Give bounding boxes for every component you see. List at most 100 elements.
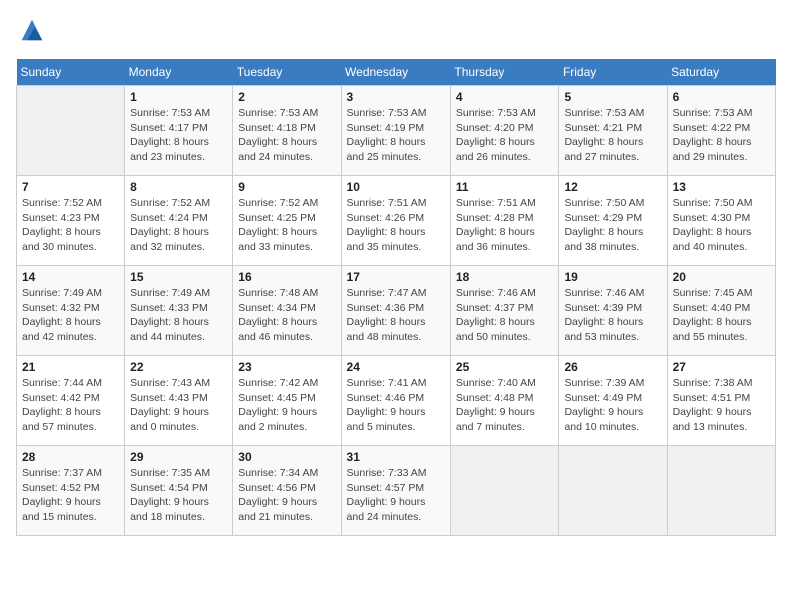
- calendar-week-row: 7 Sunrise: 7:52 AM Sunset: 4:23 PM Daylig…: [17, 176, 776, 266]
- day-number: 19: [564, 270, 661, 284]
- day-info: Sunrise: 7:39 AM Sunset: 4:49 PM Dayligh…: [564, 376, 661, 435]
- day-number: 7: [22, 180, 119, 194]
- calendar-cell: 8 Sunrise: 7:52 AM Sunset: 4:24 PM Daylig…: [125, 176, 233, 266]
- day-info: Sunrise: 7:51 AM Sunset: 4:26 PM Dayligh…: [347, 196, 445, 255]
- day-of-week-header: Sunday: [17, 59, 125, 86]
- calendar-table: SundayMondayTuesdayWednesdayThursdayFrid…: [16, 59, 776, 536]
- calendar-cell: 20Sunrise: 7:45 AM Sunset: 4:40 PM Dayli…: [667, 266, 775, 356]
- calendar-cell: 16Sunrise: 7:48 AM Sunset: 4:34 PM Dayli…: [233, 266, 341, 356]
- calendar-cell: 3 Sunrise: 7:53 AM Sunset: 4:19 PM Daylig…: [341, 86, 450, 176]
- day-info: Sunrise: 7:34 AM Sunset: 4:56 PM Dayligh…: [238, 466, 335, 525]
- day-number: 24: [347, 360, 445, 374]
- day-number: 4: [456, 90, 554, 104]
- day-info: Sunrise: 7:37 AM Sunset: 4:52 PM Dayligh…: [22, 466, 119, 525]
- day-of-week-header: Friday: [559, 59, 667, 86]
- day-number: 8: [130, 180, 227, 194]
- day-info: Sunrise: 7:53 AM Sunset: 4:17 PM Dayligh…: [130, 106, 227, 165]
- logo-icon: [18, 16, 46, 44]
- calendar-cell: 31Sunrise: 7:33 AM Sunset: 4:57 PM Dayli…: [341, 446, 450, 536]
- calendar-cell: 26 Sunrise: 7:39 AM Sunset: 4:49 PM Dayli…: [559, 356, 667, 446]
- day-number: 23: [238, 360, 335, 374]
- day-info: Sunrise: 7:49 AM Sunset: 4:33 PM Dayligh…: [130, 286, 227, 345]
- day-info: Sunrise: 7:52 AM Sunset: 4:25 PM Dayligh…: [238, 196, 335, 255]
- calendar-cell: [450, 446, 559, 536]
- calendar-cell: 15 Sunrise: 7:49 AM Sunset: 4:33 PM Dayli…: [125, 266, 233, 356]
- day-of-week-header: Saturday: [667, 59, 775, 86]
- calendar-cell: 12 Sunrise: 7:50 AM Sunset: 4:29 PM Dayli…: [559, 176, 667, 266]
- day-number: 18: [456, 270, 554, 284]
- day-of-week-header: Tuesday: [233, 59, 341, 86]
- day-number: 15: [130, 270, 227, 284]
- calendar-cell: 2 Sunrise: 7:53 AM Sunset: 4:18 PM Daylig…: [233, 86, 341, 176]
- calendar-cell: 4 Sunrise: 7:53 AM Sunset: 4:20 PM Daylig…: [450, 86, 559, 176]
- day-info: Sunrise: 7:50 AM Sunset: 4:30 PM Dayligh…: [673, 196, 770, 255]
- calendar-week-row: 1 Sunrise: 7:53 AM Sunset: 4:17 PM Daylig…: [17, 86, 776, 176]
- day-number: 22: [130, 360, 227, 374]
- day-info: Sunrise: 7:43 AM Sunset: 4:43 PM Dayligh…: [130, 376, 227, 435]
- day-number: 1: [130, 90, 227, 104]
- day-info: Sunrise: 7:44 AM Sunset: 4:42 PM Dayligh…: [22, 376, 119, 435]
- calendar-cell: 23Sunrise: 7:42 AM Sunset: 4:45 PM Dayli…: [233, 356, 341, 446]
- calendar-cell: 14 Sunrise: 7:49 AM Sunset: 4:32 PM Dayli…: [17, 266, 125, 356]
- day-info: Sunrise: 7:52 AM Sunset: 4:23 PM Dayligh…: [22, 196, 119, 255]
- day-number: 3: [347, 90, 445, 104]
- day-number: 16: [238, 270, 335, 284]
- day-number: 26: [564, 360, 661, 374]
- calendar-cell: 28Sunrise: 7:37 AM Sunset: 4:52 PM Dayli…: [17, 446, 125, 536]
- day-info: Sunrise: 7:53 AM Sunset: 4:18 PM Dayligh…: [238, 106, 335, 165]
- day-number: 13: [673, 180, 770, 194]
- calendar-cell: 9 Sunrise: 7:52 AM Sunset: 4:25 PM Daylig…: [233, 176, 341, 266]
- calendar-cell: 29 Sunrise: 7:35 AM Sunset: 4:54 PM Dayli…: [125, 446, 233, 536]
- day-info: Sunrise: 7:53 AM Sunset: 4:19 PM Dayligh…: [347, 106, 445, 165]
- day-number: 27: [673, 360, 770, 374]
- day-number: 17: [347, 270, 445, 284]
- day-info: Sunrise: 7:50 AM Sunset: 4:29 PM Dayligh…: [564, 196, 661, 255]
- calendar-cell: 10 Sunrise: 7:51 AM Sunset: 4:26 PM Dayli…: [341, 176, 450, 266]
- calendar-cell: 19 Sunrise: 7:46 AM Sunset: 4:39 PM Dayli…: [559, 266, 667, 356]
- day-of-week-header: Thursday: [450, 59, 559, 86]
- day-number: 9: [238, 180, 335, 194]
- day-number: 12: [564, 180, 661, 194]
- calendar-cell: 25 Sunrise: 7:40 AM Sunset: 4:48 PM Dayli…: [450, 356, 559, 446]
- calendar-cell: 13 Sunrise: 7:50 AM Sunset: 4:30 PM Dayli…: [667, 176, 775, 266]
- day-number: 14: [22, 270, 119, 284]
- calendar-cell: 27 Sunrise: 7:38 AM Sunset: 4:51 PM Dayli…: [667, 356, 775, 446]
- calendar-cell: 24Sunrise: 7:41 AM Sunset: 4:46 PM Dayli…: [341, 356, 450, 446]
- day-number: 21: [22, 360, 119, 374]
- day-number: 30: [238, 450, 335, 464]
- day-info: Sunrise: 7:47 AM Sunset: 4:36 PM Dayligh…: [347, 286, 445, 345]
- calendar-cell: 30 Sunrise: 7:34 AM Sunset: 4:56 PM Dayli…: [233, 446, 341, 536]
- day-info: Sunrise: 7:46 AM Sunset: 4:37 PM Dayligh…: [456, 286, 554, 345]
- day-number: 6: [673, 90, 770, 104]
- day-info: Sunrise: 7:52 AM Sunset: 4:24 PM Dayligh…: [130, 196, 227, 255]
- calendar-cell: 7 Sunrise: 7:52 AM Sunset: 4:23 PM Daylig…: [17, 176, 125, 266]
- calendar-cell: 21 Sunrise: 7:44 AM Sunset: 4:42 PM Dayli…: [17, 356, 125, 446]
- day-number: 25: [456, 360, 554, 374]
- day-info: Sunrise: 7:35 AM Sunset: 4:54 PM Dayligh…: [130, 466, 227, 525]
- day-info: Sunrise: 7:46 AM Sunset: 4:39 PM Dayligh…: [564, 286, 661, 345]
- day-info: Sunrise: 7:51 AM Sunset: 4:28 PM Dayligh…: [456, 196, 554, 255]
- day-number: 20: [673, 270, 770, 284]
- calendar-cell: 22 Sunrise: 7:43 AM Sunset: 4:43 PM Dayli…: [125, 356, 233, 446]
- calendar-week-row: 28Sunrise: 7:37 AM Sunset: 4:52 PM Dayli…: [17, 446, 776, 536]
- day-info: Sunrise: 7:53 AM Sunset: 4:22 PM Dayligh…: [673, 106, 770, 165]
- logo: [16, 16, 46, 49]
- day-number: 2: [238, 90, 335, 104]
- page-header: [16, 16, 776, 49]
- logo-text: [16, 16, 46, 49]
- day-number: 5: [564, 90, 661, 104]
- day-info: Sunrise: 7:49 AM Sunset: 4:32 PM Dayligh…: [22, 286, 119, 345]
- day-number: 10: [347, 180, 445, 194]
- calendar-cell: [17, 86, 125, 176]
- day-info: Sunrise: 7:53 AM Sunset: 4:20 PM Dayligh…: [456, 106, 554, 165]
- calendar-cell: [559, 446, 667, 536]
- day-info: Sunrise: 7:38 AM Sunset: 4:51 PM Dayligh…: [673, 376, 770, 435]
- day-info: Sunrise: 7:40 AM Sunset: 4:48 PM Dayligh…: [456, 376, 554, 435]
- calendar-cell: [667, 446, 775, 536]
- calendar-cell: 1 Sunrise: 7:53 AM Sunset: 4:17 PM Daylig…: [125, 86, 233, 176]
- calendar-cell: 18 Sunrise: 7:46 AM Sunset: 4:37 PM Dayli…: [450, 266, 559, 356]
- day-of-week-header: Wednesday: [341, 59, 450, 86]
- day-number: 29: [130, 450, 227, 464]
- calendar-week-row: 21 Sunrise: 7:44 AM Sunset: 4:42 PM Dayli…: [17, 356, 776, 446]
- day-of-week-header: Monday: [125, 59, 233, 86]
